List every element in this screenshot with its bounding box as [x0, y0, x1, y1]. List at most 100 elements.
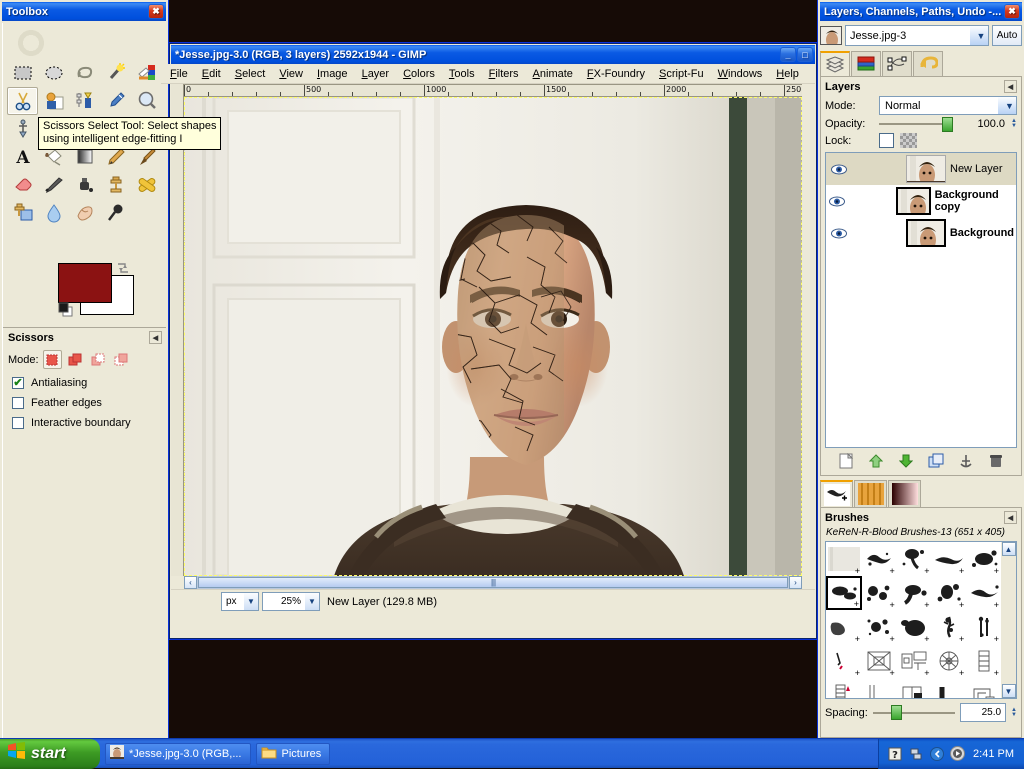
zoom-selector[interactable]: 25% ▼: [262, 592, 320, 611]
start-button[interactable]: start: [0, 738, 100, 769]
delete-layer-button[interactable]: [986, 452, 1006, 470]
anchor-layer-button[interactable]: [956, 452, 976, 470]
eye-icon[interactable]: [828, 228, 850, 239]
brush-cell[interactable]: +: [862, 610, 897, 644]
help-icon[interactable]: ?: [887, 746, 902, 761]
toolbox-titlebar[interactable]: Toolbox ✖: [2, 2, 166, 21]
lock-pixels-icon[interactable]: [900, 133, 917, 148]
menu-item-help[interactable]: Help: [769, 67, 806, 81]
spacing-spinner[interactable]: ▲ ▼: [1011, 707, 1017, 718]
chevron-down-icon[interactable]: ▼: [244, 593, 258, 610]
ellipse-select-tool[interactable]: [38, 59, 69, 87]
dodge-burn-tool[interactable]: [100, 199, 131, 227]
raise-layer-button[interactable]: [866, 452, 886, 470]
feather-edges-checkbox[interactable]: [12, 397, 24, 409]
minimize-icon[interactable]: _: [780, 47, 796, 62]
brush-cell[interactable]: +: [932, 644, 967, 678]
foreground-select-tool[interactable]: [38, 87, 69, 115]
tab-brushes[interactable]: [820, 480, 853, 507]
brush-cell[interactable]: +: [966, 610, 1001, 644]
menu-item-filters[interactable]: Filters: [482, 67, 526, 81]
scroll-down-icon[interactable]: ▼: [1001, 684, 1016, 698]
option-antialiasing[interactable]: ✔ Antialiasing: [3, 371, 166, 391]
horizontal-scrollbar[interactable]: ‹ |||| ›: [184, 576, 802, 589]
brush-cell[interactable]: +: [862, 644, 897, 678]
free-select-tool[interactable]: [69, 59, 100, 87]
zoom-tool[interactable]: [131, 87, 162, 115]
lower-layer-button[interactable]: [896, 452, 916, 470]
smudge-tool[interactable]: [69, 199, 100, 227]
brush-cell[interactable]: +: [897, 610, 932, 644]
brush-cell[interactable]: +: [897, 576, 932, 610]
option-feather-edges[interactable]: Feather edges: [3, 391, 166, 411]
brush-cell[interactable]: +: [966, 678, 1001, 698]
opacity-value[interactable]: 100.0: [959, 118, 1006, 130]
brush-cell[interactable]: +: [966, 576, 1001, 610]
brush-cell[interactable]: +: [826, 678, 862, 698]
layer-list[interactable]: New Layer Background copy Background: [825, 152, 1017, 448]
blur-sharpen-tool[interactable]: [38, 199, 69, 227]
layer-name[interactable]: Background copy: [935, 189, 1014, 213]
layer-name[interactable]: Background: [950, 227, 1014, 239]
spacing-value-box[interactable]: 25.0: [960, 703, 1007, 722]
layers-menu-icon[interactable]: ◀: [1004, 80, 1017, 93]
brush-cell[interactable]: +: [932, 610, 967, 644]
maximize-icon[interactable]: □: [797, 47, 813, 62]
duplicate-layer-button[interactable]: [926, 452, 946, 470]
mode-intersect-button[interactable]: [112, 350, 131, 369]
hscroll-thumb[interactable]: ||||: [198, 577, 788, 588]
new-layer-button[interactable]: [836, 452, 856, 470]
menu-item-view[interactable]: View: [272, 67, 310, 81]
tab-layers[interactable]: [820, 51, 850, 76]
tab-channels[interactable]: [851, 51, 881, 76]
brush-scrollbar[interactable]: ▲ ▼: [1001, 542, 1016, 698]
close-icon[interactable]: ✖: [148, 4, 164, 19]
vertical-scrollbar[interactable]: [802, 97, 815, 576]
lock-alpha-checkbox[interactable]: [879, 133, 894, 148]
auto-button[interactable]: Auto: [992, 25, 1022, 46]
show-hidden-icon[interactable]: [929, 746, 944, 761]
vertical-ruler[interactable]: [171, 84, 184, 576]
brush-cell[interactable]: +: [966, 644, 1001, 678]
swap-colors-icon[interactable]: [116, 261, 130, 275]
image-canvas[interactable]: [184, 97, 802, 576]
mode-replace-button[interactable]: [42, 350, 62, 369]
option-interactive-boundary[interactable]: Interactive boundary: [3, 411, 166, 431]
brush-cell[interactable]: +: [932, 678, 967, 698]
brush-cell[interactable]: +: [897, 678, 932, 698]
menu-item-colors[interactable]: Colors: [396, 67, 442, 81]
brush-grid[interactable]: +++++++++++++++++++++++++: [826, 542, 1001, 698]
layer-row[interactable]: New Layer: [826, 153, 1016, 185]
eye-icon[interactable]: [828, 196, 847, 207]
close-icon[interactable]: ✖: [1004, 4, 1020, 19]
airbrush-tool[interactable]: [38, 171, 69, 199]
taskbar-item-gimp[interactable]: *Jesse.jpg-3.0 (RGB,...: [105, 742, 251, 765]
menu-item-animate[interactable]: Animate: [526, 67, 580, 81]
tool-options-menu-icon[interactable]: ◀: [149, 331, 162, 344]
brush-cell[interactable]: +: [826, 610, 862, 644]
dock-titlebar[interactable]: Layers, Channels, Paths, Undo -... ✖: [820, 2, 1022, 21]
unit-selector[interactable]: px ▼: [221, 592, 259, 611]
fuzzy-select-tool[interactable]: [100, 59, 131, 87]
image-name-combo[interactable]: Jesse.jpg-3 ▼: [845, 25, 989, 46]
tab-undo-history[interactable]: [913, 51, 943, 76]
antialiasing-checkbox[interactable]: ✔: [12, 377, 24, 389]
select-by-color-tool[interactable]: [131, 59, 162, 87]
scroll-left-icon[interactable]: ‹: [184, 576, 197, 589]
layer-name[interactable]: New Layer: [950, 163, 1003, 175]
menu-item-image[interactable]: Image: [310, 67, 355, 81]
network-icon[interactable]: [908, 746, 923, 761]
interactive-boundary-checkbox[interactable]: [12, 417, 24, 429]
scroll-right-icon[interactable]: ›: [789, 576, 802, 589]
opacity-slider[interactable]: [879, 116, 954, 132]
opacity-knob[interactable]: [942, 116, 954, 132]
perspective-clone-tool[interactable]: [7, 199, 38, 227]
eye-icon[interactable]: [828, 164, 850, 175]
heal-tool[interactable]: [131, 171, 162, 199]
brushes-menu-icon[interactable]: ◀: [1004, 511, 1017, 524]
scissors-select-tool[interactable]: [7, 87, 38, 115]
layer-mode-combo[interactable]: Normal ▼: [879, 96, 1017, 115]
menu-item-tools[interactable]: Tools: [442, 67, 482, 81]
chevron-down-icon[interactable]: ▼: [305, 593, 319, 610]
ink-tool[interactable]: [69, 171, 100, 199]
